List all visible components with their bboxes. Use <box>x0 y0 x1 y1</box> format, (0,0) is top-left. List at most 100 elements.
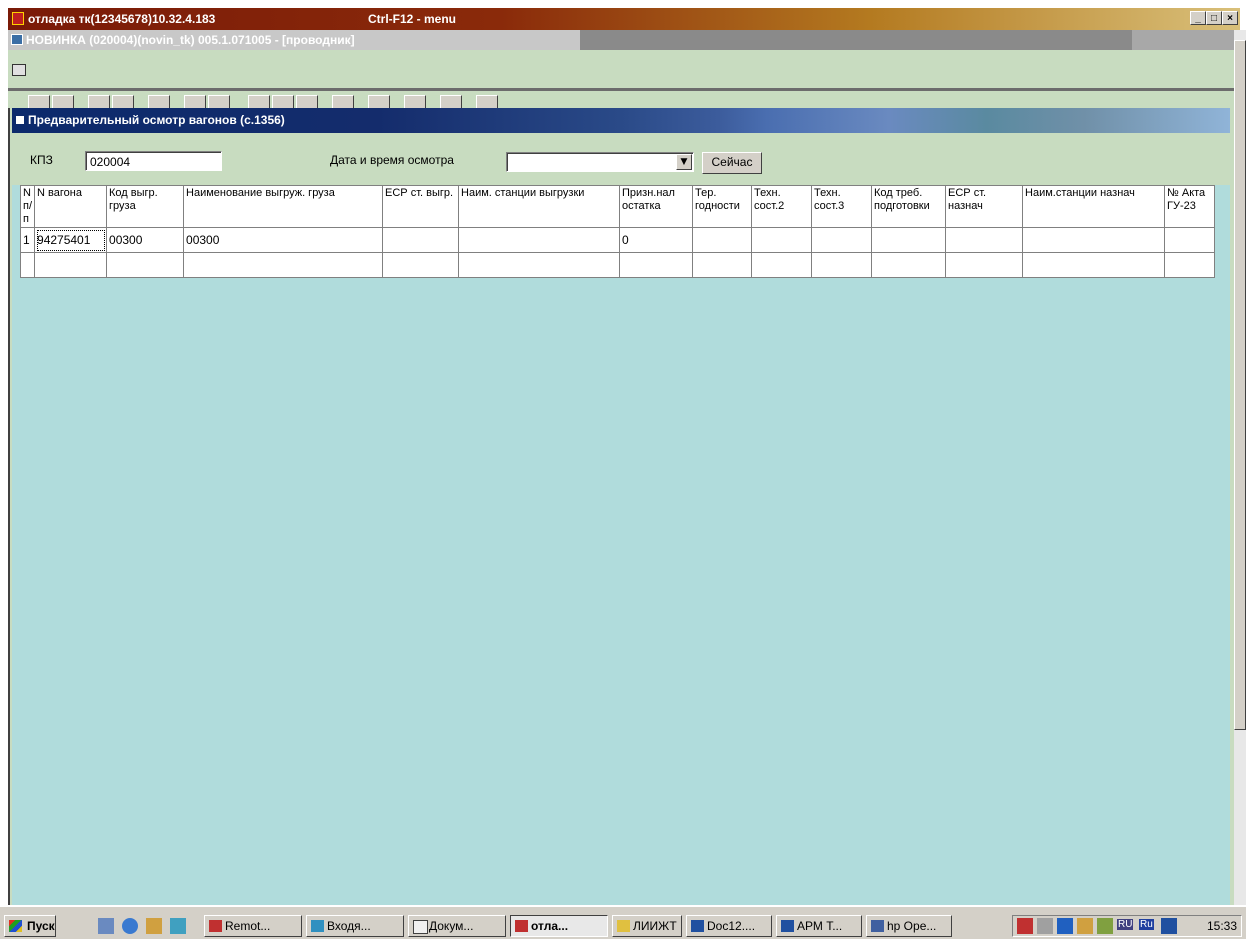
taskbar-item[interactable]: Докум... <box>408 915 506 937</box>
taskbar-item[interactable]: ЛИИЖТ <box>612 915 682 937</box>
speaker-icon[interactable] <box>1037 918 1053 934</box>
table-cell[interactable]: 0 <box>619 227 694 253</box>
diamond-icon[interactable] <box>1077 918 1093 934</box>
taskbar-item-label: Remot... <box>225 919 271 933</box>
taskbar-item[interactable]: АРМ Т... <box>776 915 862 937</box>
envelope-icon <box>413 920 428 934</box>
table-cell[interactable] <box>183 252 384 278</box>
column-header[interactable]: Наименование выгруж. груза <box>183 185 384 228</box>
table-cell[interactable] <box>382 252 460 278</box>
document-icon <box>11 34 23 45</box>
dropdown-arrow-icon[interactable]: ▼ <box>676 154 692 170</box>
table-cell[interactable]: 00300 <box>183 227 384 253</box>
column-header[interactable]: Наим.станции назнач <box>1022 185 1166 228</box>
column-header[interactable]: Наим. станции выгрузки <box>458 185 621 228</box>
column-header[interactable]: Техн. сост.2 <box>751 185 813 228</box>
clock: 15:33 <box>1206 919 1237 933</box>
table-cell[interactable] <box>811 252 873 278</box>
remote-icon <box>209 920 222 932</box>
close-button[interactable]: × <box>1222 11 1238 25</box>
subtitle-bar-fill <box>580 30 1132 50</box>
table-row[interactable]: 1 94275401 00300 00300 0 <box>19 227 1216 253</box>
grid-header-row: N п/п N вагона Код выгр. груза Наименова… <box>19 185 1216 228</box>
table-cell[interactable] <box>871 227 947 253</box>
system-menu-icon[interactable] <box>12 64 26 76</box>
table-cell[interactable] <box>945 252 1024 278</box>
column-header[interactable]: Техн. сост.3 <box>811 185 873 228</box>
outlook-icon[interactable] <box>146 918 162 934</box>
input-icon[interactable] <box>1161 918 1177 934</box>
taskbar-item[interactable]: hp Ope... <box>866 915 952 937</box>
taskbar: Пуск Remot... Входя... Докум... отла... … <box>0 905 1246 939</box>
table-cell[interactable] <box>458 227 621 253</box>
printer-icon <box>871 920 884 932</box>
clock-app-icon[interactable] <box>170 918 186 934</box>
app-icon <box>12 12 24 25</box>
app-icon <box>515 920 528 932</box>
table-cell[interactable] <box>1022 227 1166 253</box>
column-header[interactable]: N п/п <box>19 185 36 228</box>
app-tray-icon[interactable] <box>1017 918 1033 934</box>
start-button[interactable]: Пуск <box>4 915 56 937</box>
taskbar-item-label: hp Ope... <box>887 919 937 933</box>
browser-icon[interactable] <box>122 918 138 934</box>
vertical-scrollbar[interactable] <box>1234 30 1246 905</box>
table-cell[interactable] <box>945 227 1024 253</box>
column-header[interactable]: Призн.нал остатка <box>619 185 694 228</box>
table-cell[interactable]: 00300 <box>106 227 185 253</box>
taskbar-item-label: АРМ Т... <box>797 919 843 933</box>
table-cell[interactable] <box>34 252 108 278</box>
table-cell[interactable] <box>19 252 36 278</box>
sync-icon[interactable] <box>1097 918 1113 934</box>
table-cell[interactable] <box>871 252 947 278</box>
taskbar-item-label: ЛИИЖТ <box>633 919 677 933</box>
window-title-bar[interactable]: отладка тк(12345678)10.32.4.183 Ctrl-F12… <box>8 8 1240 30</box>
language-indicator[interactable]: RU <box>1117 919 1134 930</box>
taskbar-item-label: Doc12.... <box>707 919 756 933</box>
system-tray: RU Ru 15:33 <box>1012 915 1242 937</box>
table-cell[interactable] <box>458 252 621 278</box>
start-label: Пуск <box>27 919 55 933</box>
table-cell[interactable] <box>1022 252 1166 278</box>
column-header[interactable]: ЕСР ст. назнач <box>945 185 1024 228</box>
table-cell[interactable]: 94275401 <box>34 227 108 253</box>
taskbar-item[interactable]: Входя... <box>306 915 404 937</box>
network-icon[interactable] <box>1057 918 1073 934</box>
table-cell[interactable] <box>1164 252 1216 278</box>
column-header[interactable]: Код треб. подготовки <box>871 185 947 228</box>
now-button[interactable]: Сейчас <box>702 152 762 174</box>
taskbar-item[interactable]: Doc12.... <box>686 915 772 937</box>
app-subtitle: НОВИНКА (020004)(novin_tk) 005.1.071005 … <box>8 30 580 50</box>
windows-logo-icon <box>9 920 22 932</box>
table-cell[interactable] <box>692 227 753 253</box>
table-cell[interactable] <box>751 252 813 278</box>
table-cell[interactable] <box>692 252 753 278</box>
kpz-input[interactable]: 020004 <box>85 151 222 171</box>
column-header[interactable]: Код выгр. груза <box>106 185 185 228</box>
kpz-label: КПЗ <box>30 153 53 167</box>
column-header[interactable]: Тер. годности <box>692 185 753 228</box>
app-subtitle-bar: НОВИНКА (020004)(novin_tk) 005.1.071005 … <box>8 30 1240 50</box>
table-cell[interactable] <box>751 227 813 253</box>
filter-form: КПЗ 020004 Дата и время осмотра ▼ Сейчас <box>12 133 1230 185</box>
taskbar-item-active[interactable]: отла... <box>510 915 608 937</box>
table-row[interactable] <box>19 252 1216 278</box>
menu-area <box>8 50 1240 88</box>
column-header[interactable]: № Акта ГУ-23 <box>1164 185 1216 228</box>
column-header[interactable]: N вагона <box>34 185 108 228</box>
table-cell[interactable] <box>382 227 460 253</box>
keyboard-layout-indicator[interactable]: Ru <box>1139 919 1154 930</box>
column-header[interactable]: ЕСР ст. выгр. <box>382 185 460 228</box>
minimize-button[interactable]: _ <box>1190 11 1206 25</box>
maximize-button[interactable]: □ <box>1206 11 1222 25</box>
table-cell[interactable] <box>619 252 694 278</box>
taskbar-item[interactable]: Remot... <box>204 915 302 937</box>
scrollbar-thumb[interactable] <box>1234 40 1246 730</box>
folder-icon <box>617 920 630 932</box>
table-cell[interactable] <box>106 252 185 278</box>
desktop-icon[interactable] <box>98 918 114 934</box>
table-cell[interactable] <box>1164 227 1216 253</box>
table-cell[interactable] <box>811 227 873 253</box>
table-cell[interactable]: 1 <box>19 227 36 253</box>
inspection-datetime-select[interactable]: ▼ <box>506 152 694 172</box>
